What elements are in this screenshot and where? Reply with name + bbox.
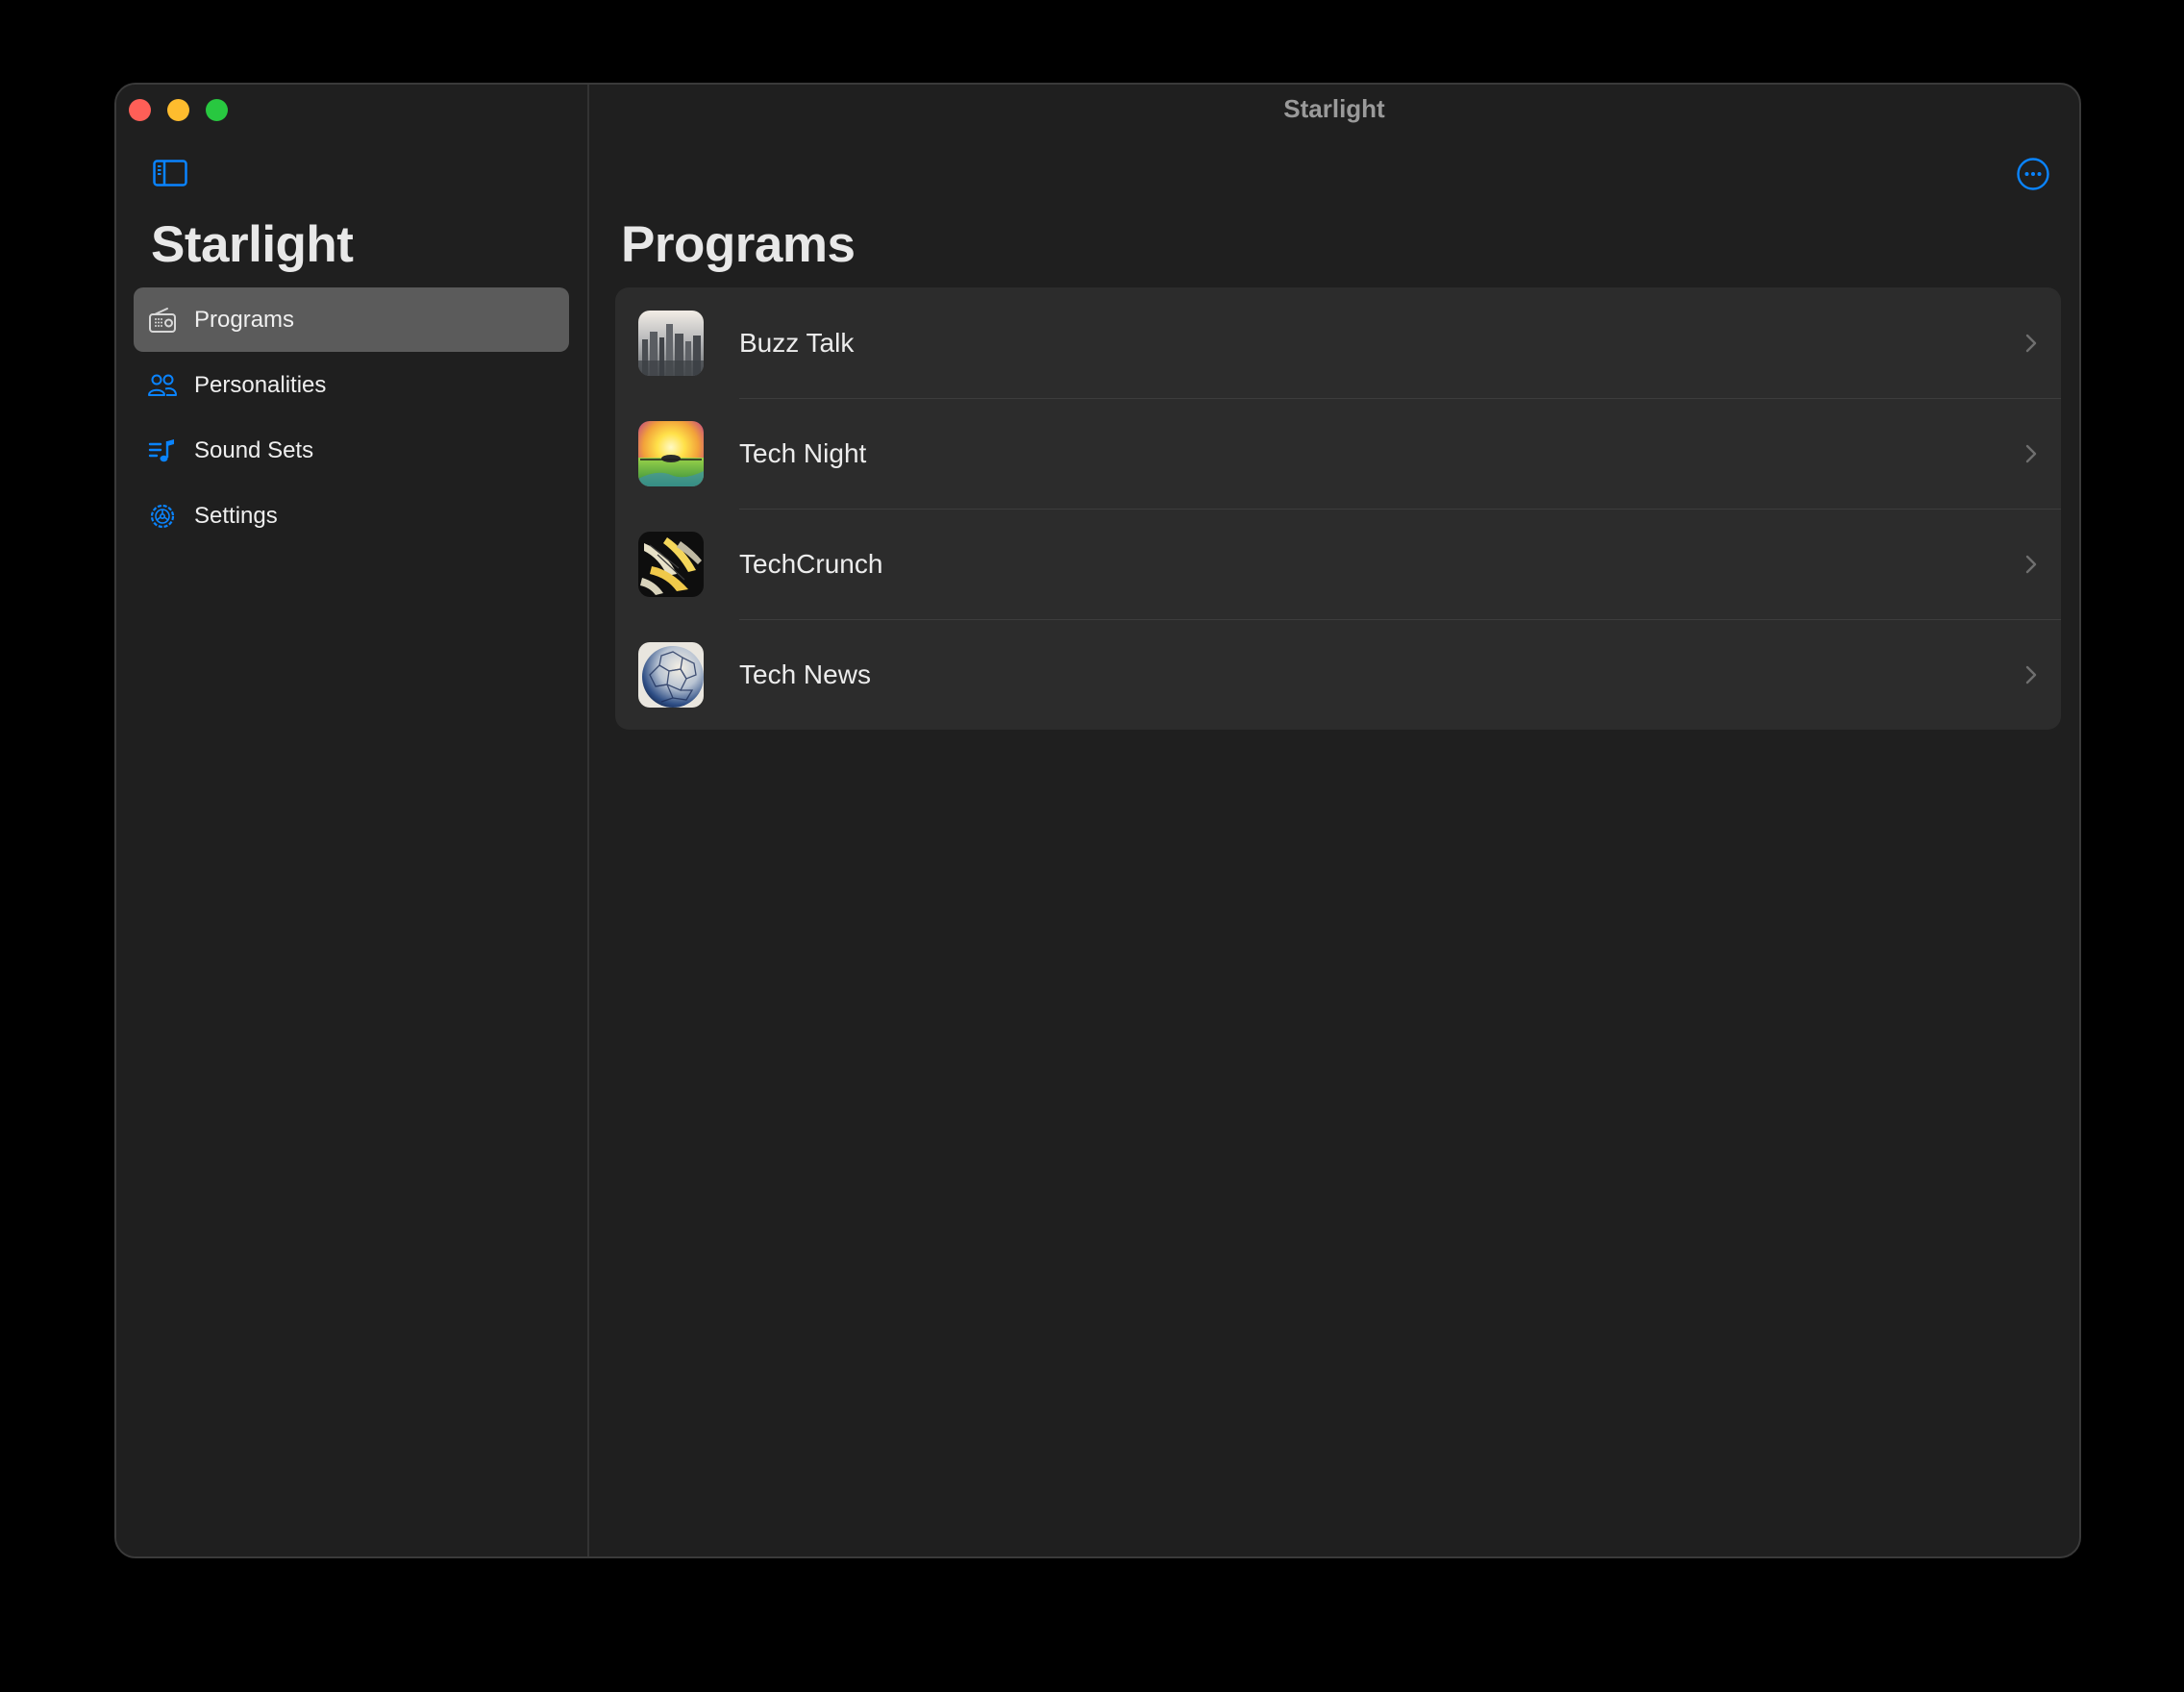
chevron-right-icon	[2024, 333, 2038, 354]
page-title: Programs	[621, 216, 856, 273]
window-title: Starlight	[1283, 94, 1385, 123]
app-window: Starlight Programs Personalities Sound S…	[114, 83, 2081, 1558]
sidebar-title: Starlight	[151, 216, 354, 273]
sidebar-item-sound-sets[interactable]: Sound Sets	[134, 418, 569, 483]
program-name: Buzz Talk	[739, 327, 855, 358]
music-list-icon	[146, 435, 179, 467]
program-row-techcrunch[interactable]: TechCrunch	[615, 509, 2061, 619]
more-options-icon[interactable]	[2016, 157, 2050, 191]
programs-list: Buzz Talk Tech Night TechCrunch Tech New…	[615, 287, 2061, 730]
zoom-window-button[interactable]	[206, 99, 228, 121]
sidebar-toggle-icon[interactable]	[153, 160, 187, 187]
close-window-button[interactable]	[129, 99, 151, 121]
chevron-right-icon	[2024, 664, 2038, 685]
sidebar-item-settings[interactable]: Settings	[134, 484, 569, 548]
program-row-tech-news[interactable]: Tech News	[615, 619, 2061, 730]
window-controls	[129, 99, 228, 121]
abstract-claw-thumbnail	[638, 531, 704, 597]
chevron-right-icon	[2024, 443, 2038, 464]
program-name: Tech News	[739, 659, 871, 689]
minimize-window-button[interactable]	[167, 99, 189, 121]
desktop: Starlight Programs Personalities Sound S…	[6, 10, 2178, 1682]
radio-icon	[146, 304, 179, 336]
program-row-buzz-talk[interactable]: Buzz Talk	[615, 287, 2061, 398]
sunset-thumbnail	[638, 420, 704, 486]
program-name: TechCrunch	[739, 548, 883, 579]
sidebar-item-personalities[interactable]: Personalities	[134, 353, 569, 417]
gear-icon	[146, 500, 179, 533]
sidebar-item-label: Personalities	[194, 371, 327, 398]
sidebar-item-label: Sound Sets	[194, 436, 314, 463]
sidebar-item-label: Programs	[194, 306, 295, 333]
chevron-right-icon	[2024, 554, 2038, 575]
sidebar: Starlight Programs Personalities Sound S…	[116, 85, 589, 1556]
city-skyline-thumbnail	[638, 310, 704, 376]
globe-mesh-thumbnail	[638, 641, 704, 708]
program-row-tech-night[interactable]: Tech Night	[615, 398, 2061, 509]
sidebar-item-label: Settings	[194, 502, 278, 529]
sidebar-nav: Programs Personalities Sound Sets Settin…	[134, 287, 569, 549]
program-name: Tech Night	[739, 437, 867, 468]
sidebar-item-programs[interactable]: Programs	[134, 287, 569, 352]
people-icon	[146, 369, 179, 402]
